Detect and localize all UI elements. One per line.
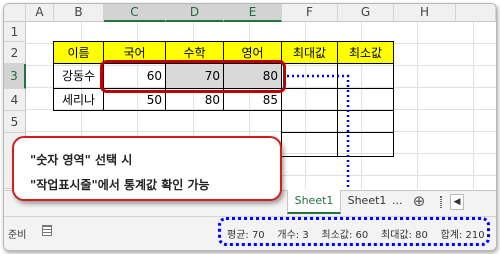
callout-line-2: "작업표시줄"에서 통계값 확인 가능 (30, 178, 210, 192)
sheet-tab-active-label: Sheet1 (294, 194, 334, 207)
status-ready-label: 준비 (8, 230, 27, 241)
sheet-tabs-more-button[interactable]: ... (392, 190, 406, 214)
tab-split-handle[interactable] (440, 196, 442, 208)
callout-box: "숫자 영역" 선택 시 "작업표시줄"에서 통계값 확인 가능 (12, 136, 282, 201)
macro-record-icon[interactable] (42, 225, 52, 236)
callout-line-1: "숫자 영역" 선택 시 (30, 153, 133, 167)
scroll-left-icon[interactable]: ◀ (450, 194, 464, 210)
sheet-tab-second[interactable]: Sheet1 (344, 190, 390, 214)
sheet-tab-second-label: Sheet1 (347, 194, 387, 207)
statistics-highlight-box (218, 217, 490, 246)
excel-window: A B C D E F G H 1 2 3 4 5 이름 국어 수학 영어 최대… (3, 3, 497, 251)
add-sheet-icon[interactable]: ⊕ (410, 190, 428, 214)
sheet-tab-active[interactable]: Sheet1 (287, 190, 341, 214)
